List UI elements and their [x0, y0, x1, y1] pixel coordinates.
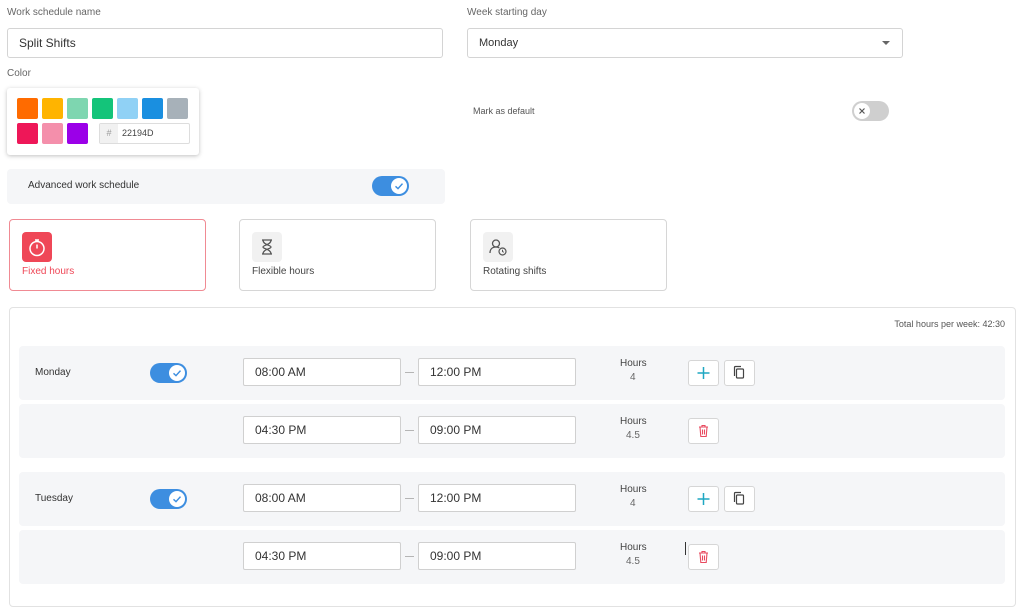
add-shift-button[interactable] [688, 486, 719, 512]
copy-icon [733, 365, 745, 379]
tuesday-shift-row-2: 04:30 PM 09:00 PM Hours 4.5 [19, 530, 1005, 584]
plus-icon [697, 367, 710, 379]
shift-start-input[interactable]: 08:00 AM [243, 484, 401, 512]
user-clock-icon [483, 232, 513, 262]
shift-end-input[interactable]: 12:00 PM [418, 358, 576, 386]
close-icon [859, 108, 865, 114]
color-palette: # 22194D [7, 88, 199, 155]
day-label-monday: Monday [35, 367, 71, 378]
mark-default-label: Mark as default [473, 106, 535, 116]
time-separator [405, 556, 414, 557]
advanced-schedule-row: Advanced work schedule [7, 169, 445, 204]
shift-start-input[interactable]: 08:00 AM [243, 358, 401, 386]
hours-label: Hours [620, 542, 647, 553]
hourglass-icon [252, 232, 282, 262]
tuesday-shift-row-1: Tuesday 08:00 AM 12:00 PM Hours 4 [19, 472, 1005, 526]
toggle-knob [391, 178, 407, 194]
schedule-name-input[interactable]: Split Shifts [7, 28, 443, 58]
color-swatch-green[interactable] [92, 98, 113, 119]
total-hours-label: Total hours per week: 42:30 [894, 319, 1005, 329]
advanced-schedule-label: Advanced work schedule [28, 180, 140, 191]
time-separator [405, 498, 414, 499]
monday-shift-row-1: Monday 08:00 AM 12:00 PM Hours 4 [19, 346, 1005, 400]
toggle-knob [854, 103, 870, 119]
hash-icon: # [100, 124, 118, 143]
time-separator [405, 430, 414, 431]
color-label: Color [7, 68, 31, 79]
text-cursor [685, 542, 686, 555]
monday-enabled-toggle[interactable] [150, 363, 187, 383]
color-swatch-pink[interactable] [42, 123, 63, 144]
time-separator [405, 372, 414, 373]
hex-color-value: 22194D [122, 128, 154, 138]
schedule-name-value: Split Shifts [19, 36, 76, 50]
color-swatch-mint[interactable] [67, 98, 88, 119]
copy-day-button[interactable] [724, 486, 755, 512]
chevron-down-icon [882, 41, 890, 45]
day-label-tuesday: Tuesday [35, 493, 73, 504]
hours-label: Hours [620, 358, 647, 369]
toggle-knob [169, 491, 185, 507]
color-swatch-amber[interactable] [42, 98, 63, 119]
hours-value: 4 [630, 372, 636, 383]
week-start-value: Monday [479, 37, 519, 49]
plus-icon [697, 493, 710, 505]
type-card-fixed-hours[interactable]: Fixed hours [9, 219, 206, 291]
type-card-rotating-shifts[interactable]: Rotating shifts [470, 219, 667, 291]
schedule-name-label: Work schedule name [7, 7, 101, 18]
type-card-label: Flexible hours [252, 266, 315, 277]
shift-end-input[interactable]: 12:00 PM [418, 484, 576, 512]
add-shift-button[interactable] [688, 360, 719, 386]
trash-icon [699, 424, 708, 438]
delete-shift-button[interactable] [688, 418, 719, 444]
color-swatch-crimson[interactable] [17, 123, 38, 144]
check-icon [173, 370, 182, 377]
advanced-schedule-toggle[interactable] [372, 176, 409, 196]
hours-value: 4.5 [626, 430, 640, 441]
hours-label: Hours [620, 416, 647, 427]
week-start-label: Week starting day [467, 7, 547, 18]
color-swatch-light-blue[interactable] [117, 98, 138, 119]
copy-icon [733, 491, 745, 505]
check-icon [395, 183, 404, 190]
trash-icon [699, 550, 708, 564]
color-swatch-orange[interactable] [17, 98, 38, 119]
color-swatch-gray[interactable] [167, 98, 188, 119]
shift-end-input[interactable]: 09:00 PM [418, 542, 576, 570]
hours-value: 4 [630, 498, 636, 509]
week-start-select[interactable]: Monday [467, 28, 903, 58]
hours-label: Hours [620, 484, 647, 495]
shift-start-input[interactable]: 04:30 PM [243, 416, 401, 444]
monday-shift-row-2: 04:30 PM 09:00 PM Hours 4.5 [19, 404, 1005, 458]
color-swatch-purple[interactable] [67, 123, 88, 144]
color-swatch-blue[interactable] [142, 98, 163, 119]
mark-default-toggle[interactable] [852, 101, 889, 121]
tuesday-enabled-toggle[interactable] [150, 489, 187, 509]
copy-day-button[interactable] [724, 360, 755, 386]
shift-end-input[interactable]: 09:00 PM [418, 416, 576, 444]
type-card-label: Fixed hours [22, 266, 75, 277]
delete-shift-button[interactable] [688, 544, 719, 570]
check-icon [173, 496, 182, 503]
type-card-flexible-hours[interactable]: Flexible hours [239, 219, 436, 291]
toggle-knob [169, 365, 185, 381]
stopwatch-icon [22, 232, 52, 262]
hex-color-input[interactable]: # 22194D [99, 123, 190, 144]
type-card-label: Rotating shifts [483, 266, 547, 277]
hours-value: 4.5 [626, 556, 640, 567]
shift-start-input[interactable]: 04:30 PM [243, 542, 401, 570]
